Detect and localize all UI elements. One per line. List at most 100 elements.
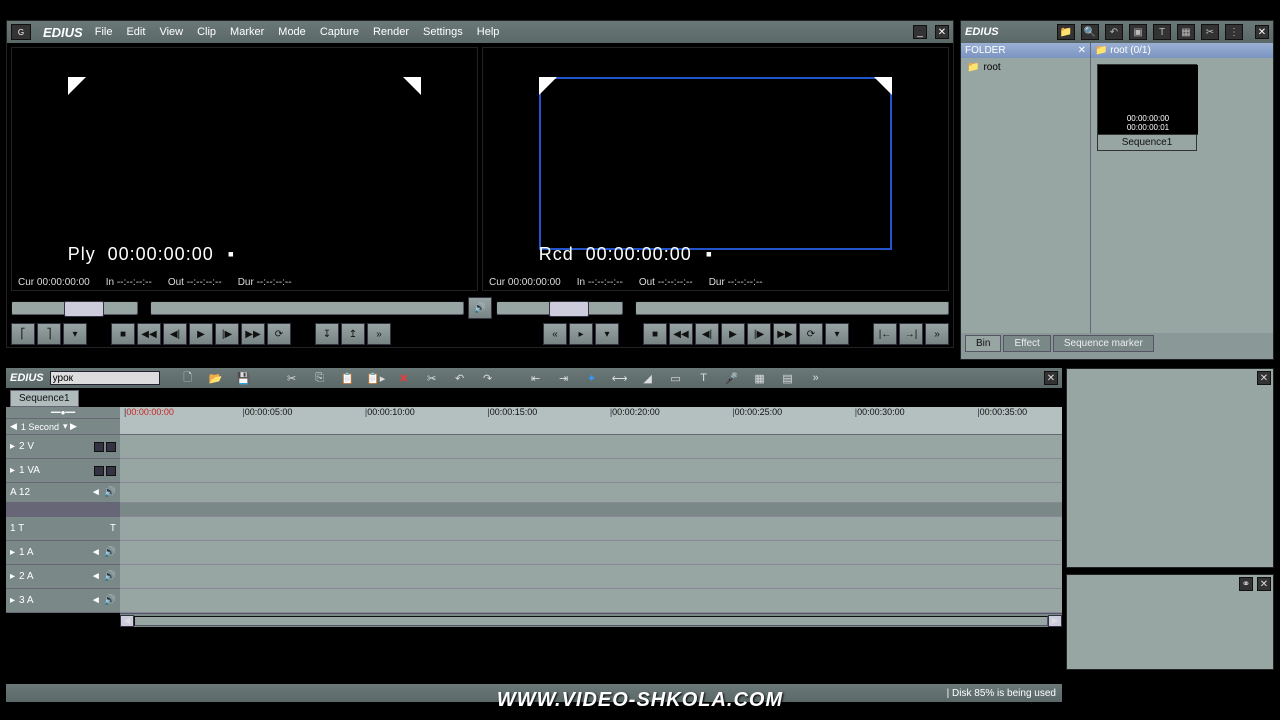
overwrite-button[interactable]: ▸ <box>569 323 593 345</box>
expand-tl-icon[interactable]: » <box>806 369 826 387</box>
project-name-input[interactable] <box>50 371 160 385</box>
sequence-tab[interactable]: Sequence1 <box>10 390 79 407</box>
delete-icon[interactable]: ✕ <box>394 369 414 387</box>
scissors-icon[interactable]: ✂ <box>282 369 302 387</box>
step-fwd-button[interactable]: |▶ <box>215 323 239 345</box>
track-va1-v[interactable] <box>120 459 1062 483</box>
mark-out-icon[interactable]: ⎤ <box>37 323 61 345</box>
trim-in-icon[interactable]: ⇤ <box>526 369 546 387</box>
minimize-button[interactable]: _ <box>913 25 927 39</box>
menu-mode[interactable]: Mode <box>278 26 306 38</box>
redo-icon[interactable]: ↷ <box>478 369 498 387</box>
track-header-va1[interactable]: ▸1 VA <box>6 459 120 483</box>
track-header-v2[interactable]: ▸2 V <box>6 435 120 459</box>
shuttle-right[interactable] <box>496 301 623 315</box>
expand-button[interactable]: » <box>925 323 949 345</box>
folder-close-icon[interactable]: ✕ <box>1078 45 1086 56</box>
clip-thumbnail[interactable]: 00:00:00:0000:00:00:01 Sequence1 <box>1097 64 1197 151</box>
track-a1[interactable] <box>120 541 1062 565</box>
menu-help[interactable]: Help <box>477 26 500 38</box>
effect-close-button[interactable]: ✕ <box>1257 371 1271 385</box>
set-out-button[interactable]: ↥ <box>341 323 365 345</box>
rewind-button-r[interactable]: ◀◀ <box>669 323 693 345</box>
menu-marker[interactable]: Marker <box>230 26 264 38</box>
view-icon[interactable]: ⋮ <box>1225 24 1243 40</box>
rewind-button[interactable]: ◀◀ <box>137 323 161 345</box>
play-button-r[interactable]: ▶ <box>721 323 745 345</box>
loop-button-r[interactable]: ⟳ <box>799 323 823 345</box>
new-seq-icon[interactable]: ▣ <box>1129 24 1147 40</box>
track-va1-a[interactable] <box>120 483 1062 503</box>
next-edit-button[interactable]: » <box>367 323 391 345</box>
open-icon[interactable]: 📂 <box>206 369 226 387</box>
layout-icon[interactable]: ▭ <box>666 369 686 387</box>
set-in-button[interactable]: ↧ <box>315 323 339 345</box>
more-icon[interactable]: ▾ <box>63 323 87 345</box>
menu-capture[interactable]: Capture <box>320 26 359 38</box>
bin-tab-bin[interactable]: Bin <box>965 335 1001 352</box>
scrub-right[interactable] <box>635 301 949 315</box>
clip-icon[interactable]: ▦ <box>1177 24 1195 40</box>
step-back-button-r[interactable]: ◀| <box>695 323 719 345</box>
voiceover-icon[interactable]: 🎤 <box>722 369 742 387</box>
menu-clip[interactable]: Clip <box>197 26 216 38</box>
next-edit-button-r[interactable]: →| <box>899 323 923 345</box>
paste-attr-icon[interactable]: 📋▸ <box>366 369 386 387</box>
insert-button[interactable]: « <box>543 323 567 345</box>
render-icon[interactable]: ▦ <box>750 369 770 387</box>
scale-selector[interactable]: ◀ 1 Second ▾ ▶ <box>6 419 120 435</box>
track-header-a2[interactable]: ▸2 A◄ 🔊 <box>6 565 120 589</box>
fade-icon[interactable]: ◢ <box>638 369 658 387</box>
track-header-a3[interactable]: ▸3 A◄ 🔊 <box>6 589 120 613</box>
paste-icon[interactable]: 📋 <box>338 369 358 387</box>
track-header-va1-audio[interactable]: A 12◄ 🔊 <box>6 483 120 503</box>
play-button[interactable]: ▶ <box>189 323 213 345</box>
timeline-scrollbar[interactable]: ◀▶ <box>120 613 1062 627</box>
mark-in-icon[interactable]: ⎡ <box>11 323 35 345</box>
up-icon[interactable]: ↶ <box>1105 24 1123 40</box>
info-close-button[interactable]: ✕ <box>1257 577 1271 591</box>
menu-file[interactable]: File <box>95 26 113 38</box>
bin-tab-effect[interactable]: Effect <box>1003 335 1050 352</box>
prev-edit-button[interactable]: |← <box>873 323 897 345</box>
menu-edit[interactable]: Edit <box>126 26 145 38</box>
step-back-button[interactable]: ◀| <box>163 323 187 345</box>
save-icon[interactable]: 💾 <box>234 369 254 387</box>
folder-root[interactable]: 📁 root <box>967 62 1084 73</box>
track-header-a1[interactable]: ▸1 A◄ 🔊 <box>6 541 120 565</box>
track-t1[interactable] <box>120 517 1062 541</box>
copy-icon[interactable]: ⎘ <box>310 369 330 387</box>
time-ruler[interactable]: 00:00:00:00 00:00:05:00 00:00:10:00 00:0… <box>120 407 1062 435</box>
more-r-button[interactable]: ▾ <box>825 323 849 345</box>
stop-button[interactable]: ■ <box>111 323 135 345</box>
fastfwd-button-r[interactable]: ▶▶ <box>773 323 797 345</box>
undo-icon[interactable]: ↶ <box>450 369 470 387</box>
bin-close-button[interactable]: ✕ <box>1255 25 1269 39</box>
cut-icon[interactable]: ✂ <box>1201 24 1219 40</box>
search-icon[interactable]: 🔍 <box>1081 24 1099 40</box>
split-icon[interactable]: ✦ <box>582 369 602 387</box>
info-link-icon[interactable]: ⚭ <box>1239 577 1253 591</box>
fastfwd-button[interactable]: ▶▶ <box>241 323 265 345</box>
title-tool-icon[interactable]: T <box>694 369 714 387</box>
loop-button[interactable]: ⟳ <box>267 323 291 345</box>
menu-render[interactable]: Render <box>373 26 409 38</box>
title-icon[interactable]: T <box>1153 24 1171 40</box>
track-a2[interactable] <box>120 565 1062 589</box>
zoom-slider[interactable]: ━━●━━ <box>6 407 120 419</box>
step-fwd-button-r[interactable]: |▶ <box>747 323 771 345</box>
grid-icon[interactable]: ▤ <box>778 369 798 387</box>
track-header-t1[interactable]: 1 TT <box>6 517 120 541</box>
folder-icon[interactable]: 📁 <box>1057 24 1075 40</box>
stop-button-r[interactable]: ■ <box>643 323 667 345</box>
track-v2[interactable] <box>120 435 1062 459</box>
ripple-delete-icon[interactable]: ✂̵ <box>422 369 442 387</box>
track-a3[interactable] <box>120 589 1062 613</box>
more-button[interactable]: ▾ <box>595 323 619 345</box>
scrub-left[interactable] <box>150 301 464 315</box>
menu-settings[interactable]: Settings <box>423 26 463 38</box>
bin-tab-seqmarker[interactable]: Sequence marker <box>1053 335 1154 352</box>
audio-icon[interactable]: 🔊 <box>468 297 492 319</box>
shuttle-left[interactable] <box>11 301 138 315</box>
trim-out-icon[interactable]: ⇥ <box>554 369 574 387</box>
